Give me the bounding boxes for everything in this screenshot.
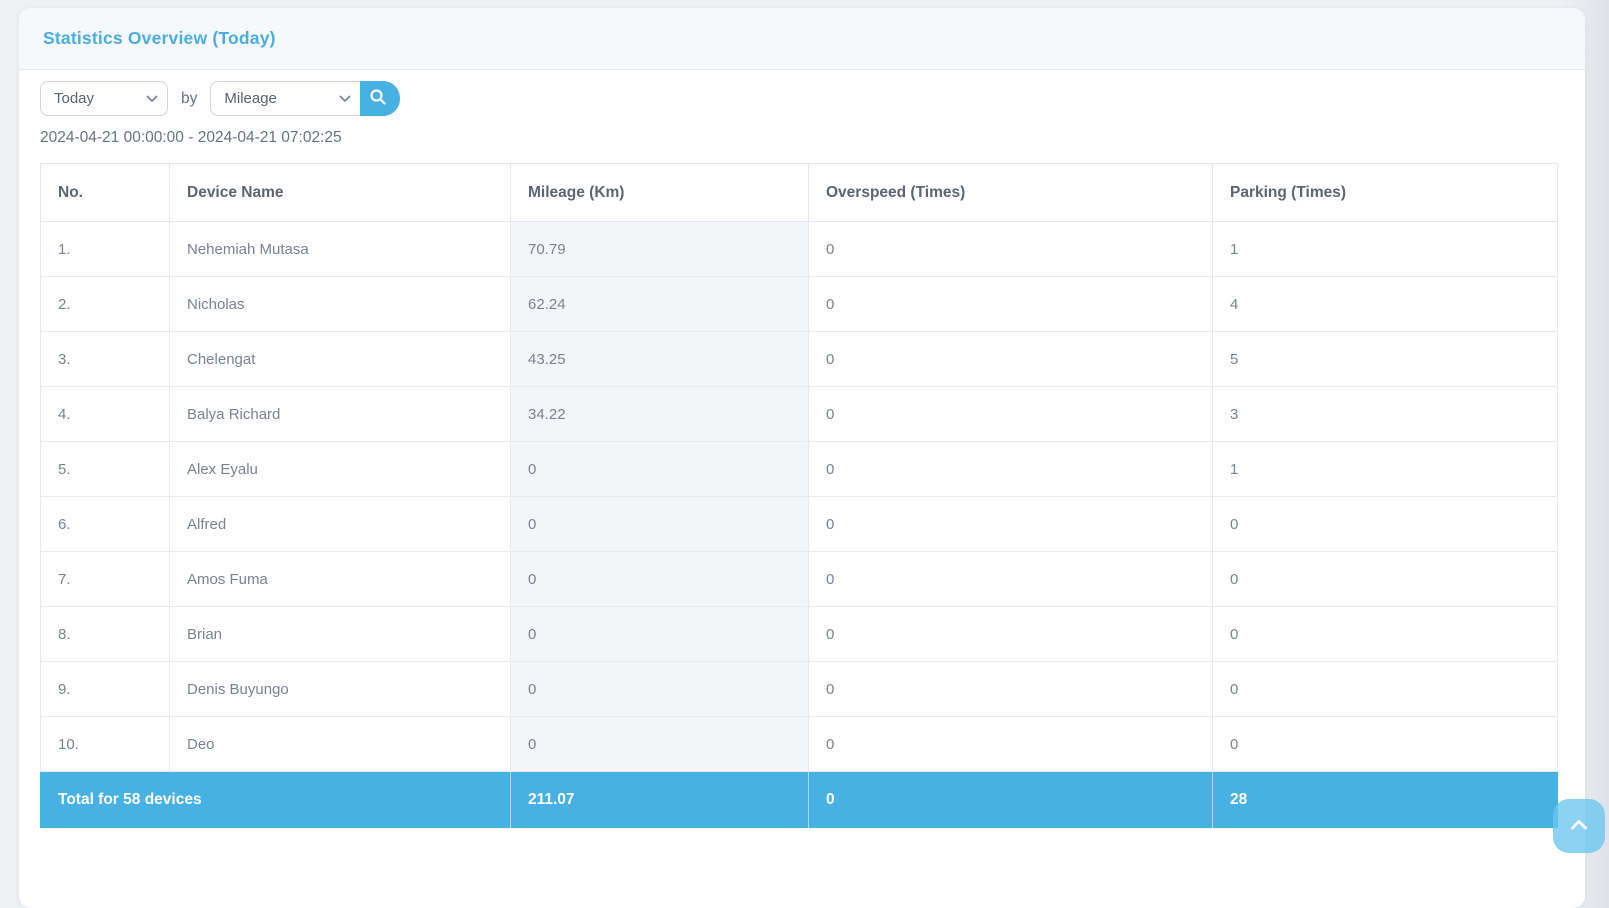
cell-mileage: 62.24 (510, 276, 809, 332)
card-body: Today by Mileage 2024-04-21 00:00:00 - 2… (19, 70, 1585, 828)
cell-device-name: Chelengat (169, 331, 511, 387)
header-no: No. (40, 163, 170, 222)
header-parking: Parking (Times) (1212, 163, 1558, 222)
table-row: 4. Balya Richard 34.22 0 3 (40, 386, 1558, 442)
cell-overspeed: 0 (808, 716, 1213, 772)
period-select[interactable]: Today (40, 81, 168, 116)
metric-select[interactable]: Mileage (210, 81, 361, 116)
cell-parking: 0 (1212, 551, 1558, 607)
date-range-text: 2024-04-21 00:00:00 - 2024-04-21 07:02:2… (40, 129, 342, 146)
chevron-down-icon (146, 95, 158, 103)
header-mileage: Mileage (Km) (510, 163, 809, 222)
cell-no: 10. (40, 716, 170, 772)
cell-no: 8. (40, 606, 170, 662)
table-row: 5. Alex Eyalu 0 0 1 (40, 441, 1558, 497)
page-title: Statistics Overview (Today) (43, 28, 276, 48)
cell-mileage: 0 (510, 441, 809, 497)
cell-overspeed: 0 (808, 331, 1213, 387)
filter-controls: Today by Mileage (40, 81, 1564, 116)
cell-no: 7. (40, 551, 170, 607)
cell-overspeed: 0 (808, 496, 1213, 552)
search-icon (369, 88, 387, 109)
table-body: 1. Nehemiah Mutasa 70.79 0 1 2. Nicholas… (40, 221, 1558, 772)
cell-overspeed: 0 (808, 276, 1213, 332)
cell-no: 4. (40, 386, 170, 442)
cell-overspeed: 0 (808, 661, 1213, 717)
table-row: 3. Chelengat 43.25 0 5 (40, 331, 1558, 387)
card-header: Statistics Overview (Today) (19, 8, 1585, 70)
table-header-row: No. Device Name Mileage (Km) Overspeed (… (40, 163, 1558, 222)
cell-mileage: 0 (510, 551, 809, 607)
cell-no: 9. (40, 661, 170, 717)
cell-parking: 4 (1212, 276, 1558, 332)
cell-parking: 1 (1212, 441, 1558, 497)
by-label: by (181, 89, 198, 107)
cell-no: 6. (40, 496, 170, 552)
chevron-up-icon (1570, 819, 1588, 834)
cell-overspeed: 0 (808, 606, 1213, 662)
cell-mileage: 0 (510, 496, 809, 552)
cell-device-name: Nehemiah Mutasa (169, 221, 511, 277)
cell-mileage: 70.79 (510, 221, 809, 277)
footer-total-label: Total for 58 devices (40, 771, 511, 828)
cell-parking: 0 (1212, 496, 1558, 552)
table-row: 6. Alfred 0 0 0 (40, 496, 1558, 552)
cell-overspeed: 0 (808, 386, 1213, 442)
cell-device-name: Denis Buyungo (169, 661, 511, 717)
cell-parking: 1 (1212, 221, 1558, 277)
cell-device-name: Brian (169, 606, 511, 662)
cell-parking: 0 (1212, 606, 1558, 662)
cell-device-name: Alex Eyalu (169, 441, 511, 497)
cell-parking: 0 (1212, 716, 1558, 772)
cell-mileage: 34.22 (510, 386, 809, 442)
metric-select-value: Mileage (224, 90, 277, 107)
table-row: 8. Brian 0 0 0 (40, 606, 1558, 662)
table-row: 2. Nicholas 62.24 0 4 (40, 276, 1558, 332)
cell-device-name: Amos Fuma (169, 551, 511, 607)
table-row: 1. Nehemiah Mutasa 70.79 0 1 (40, 221, 1558, 277)
scroll-to-top-button[interactable] (1553, 799, 1605, 853)
header-device-name: Device Name (169, 163, 511, 222)
cell-mileage: 0 (510, 661, 809, 717)
cell-overspeed: 0 (808, 221, 1213, 277)
cell-device-name: Deo (169, 716, 511, 772)
cell-device-name: Nicholas (169, 276, 511, 332)
footer-total-parking: 28 (1212, 771, 1558, 828)
metric-search-group: Mileage (210, 81, 401, 116)
period-select-value: Today (54, 90, 95, 107)
cell-no: 5. (40, 441, 170, 497)
cell-mileage: 43.25 (510, 331, 809, 387)
cell-no: 1. (40, 221, 170, 277)
cell-overspeed: 0 (808, 441, 1213, 497)
table-row: 10. Deo 0 0 0 (40, 716, 1558, 772)
table-row: 7. Amos Fuma 0 0 0 (40, 551, 1558, 607)
cell-no: 3. (40, 331, 170, 387)
cell-device-name: Balya Richard (169, 386, 511, 442)
cell-parking: 5 (1212, 331, 1558, 387)
cell-no: 2. (40, 276, 170, 332)
statistics-card: Statistics Overview (Today) Today by Mil… (19, 8, 1585, 908)
footer-total-overspeed: 0 (808, 771, 1213, 828)
cell-parking: 0 (1212, 661, 1558, 717)
cell-mileage: 0 (510, 606, 809, 662)
header-overspeed: Overspeed (Times) (808, 163, 1213, 222)
cell-parking: 3 (1212, 386, 1558, 442)
chevron-down-icon (339, 95, 351, 103)
cell-device-name: Alfred (169, 496, 511, 552)
footer-total-mileage: 211.07 (510, 771, 809, 828)
table-row: 9. Denis Buyungo 0 0 0 (40, 661, 1558, 717)
table-footer-row: Total for 58 devices 211.07 0 28 (40, 771, 1558, 828)
cell-overspeed: 0 (808, 551, 1213, 607)
cell-mileage: 0 (510, 716, 809, 772)
statistics-table: No. Device Name Mileage (Km) Overspeed (… (40, 163, 1558, 828)
search-button[interactable] (356, 81, 401, 116)
